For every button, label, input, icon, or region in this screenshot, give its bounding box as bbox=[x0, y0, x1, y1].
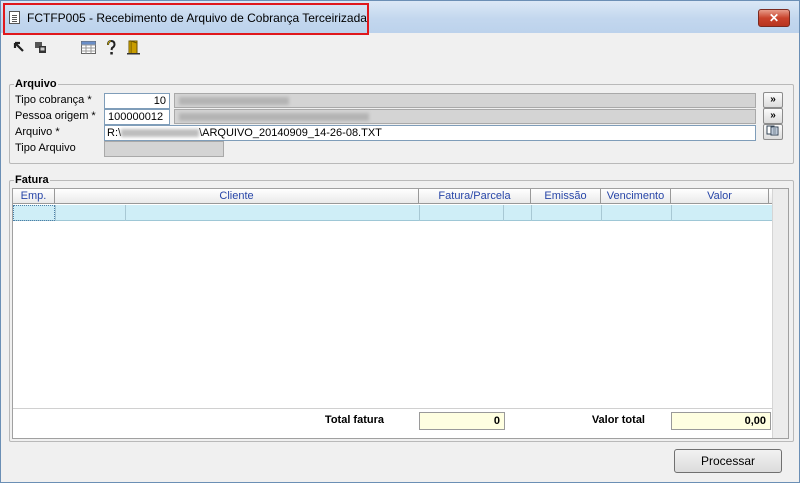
toolbar bbox=[7, 33, 795, 61]
pessoa-origem-label: Pessoa origem * bbox=[15, 110, 96, 122]
col-header-vencimento[interactable]: Vencimento bbox=[601, 189, 671, 204]
col-header-emissao[interactable]: Emissão bbox=[531, 189, 601, 204]
help-icon[interactable] bbox=[103, 39, 119, 55]
arquivo-path-prefix: R:\ bbox=[107, 127, 122, 139]
close-button[interactable]: ✕ bbox=[758, 9, 790, 27]
fatura-group-title: Fatura bbox=[14, 174, 50, 186]
grid-icon[interactable] bbox=[80, 39, 96, 55]
arrow-back-icon[interactable] bbox=[11, 39, 27, 55]
browse-file-button[interactable] bbox=[763, 124, 783, 140]
tipo-cobranca-label: Tipo cobrança * bbox=[15, 94, 92, 106]
tipo-cobranca-description bbox=[174, 93, 756, 108]
arquivo-path-input[interactable]: R:\ \ARQUIVO_20140909_14-26-08.TXT bbox=[104, 125, 756, 141]
arquivo-path-suffix: \ARQUIVO_20140909_14-26-08.TXT bbox=[199, 127, 382, 139]
vertical-scrollbar[interactable] bbox=[772, 189, 788, 438]
grid-header: Emp. Cliente Fatura/Parcela Emissão Venc… bbox=[13, 189, 773, 204]
pessoa-origem-lookup-button[interactable]: » bbox=[763, 108, 783, 124]
col-header-valor[interactable]: Valor bbox=[671, 189, 769, 204]
title-highlight-box bbox=[3, 3, 369, 35]
col-header-fatura-parcela[interactable]: Fatura/Parcela bbox=[419, 189, 531, 204]
copy-files-icon bbox=[766, 125, 780, 141]
col-header-cliente[interactable]: Cliente bbox=[55, 189, 419, 204]
fatura-grid[interactable]: Emp. Cliente Fatura/Parcela Emissão Venc… bbox=[12, 188, 789, 439]
valor-total-value: 0,00 bbox=[671, 412, 771, 430]
client-area: Arquivo Tipo cobrança * 10 » Pessoa orig… bbox=[7, 33, 795, 479]
grid-bottom-separator bbox=[13, 408, 773, 409]
tipo-arquivo-field bbox=[104, 141, 224, 157]
table-row[interactable] bbox=[13, 205, 773, 221]
pessoa-origem-description bbox=[174, 109, 756, 124]
total-fatura-value: 0 bbox=[419, 412, 505, 430]
windows-icon[interactable] bbox=[33, 39, 49, 55]
main-window: FCTFP005 - Recebimento de Arquivo de Cob… bbox=[0, 0, 800, 483]
processar-button[interactable]: Processar bbox=[674, 449, 782, 473]
selected-cell[interactable] bbox=[13, 205, 55, 221]
exit-door-icon[interactable] bbox=[126, 39, 142, 55]
arquivo-group-title: Arquivo bbox=[14, 78, 58, 90]
tipo-cobranca-lookup-button[interactable]: » bbox=[763, 92, 783, 108]
arquivo-label: Arquivo * bbox=[15, 126, 60, 138]
tipo-cobranca-input[interactable]: 10 bbox=[104, 93, 170, 109]
valor-total-label: Valor total bbox=[591, 414, 645, 426]
tipo-arquivo-label: Tipo Arquivo bbox=[15, 142, 76, 154]
total-fatura-label: Total fatura bbox=[324, 414, 384, 426]
arquivo-path-redacted bbox=[121, 129, 200, 138]
pessoa-origem-input[interactable]: 100000012 bbox=[104, 109, 170, 125]
col-header-emp[interactable]: Emp. bbox=[13, 189, 55, 204]
